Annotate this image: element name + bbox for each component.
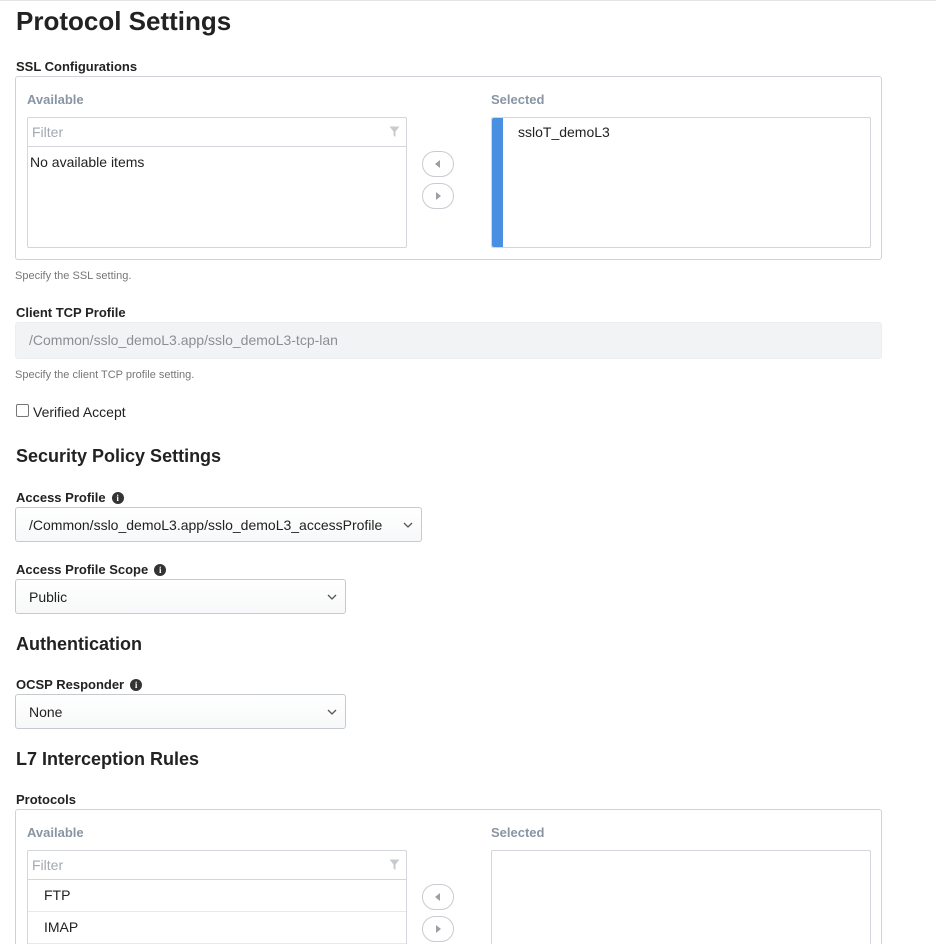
- security-policy-title: Security Policy Settings: [16, 446, 222, 466]
- access-profile-scope-select[interactable]: Public: [15, 579, 346, 614]
- chevron-down-icon: [403, 522, 413, 528]
- ocsp-responder-select[interactable]: None: [15, 694, 346, 729]
- client-tcp-profile-field: /Common/sslo_demoL3.app/sslo_demoL3-tcp-…: [15, 322, 882, 359]
- l7-interception-title: L7 Interception Rules: [16, 749, 200, 769]
- access-profile-value: /Common/sslo_demoL3.app/sslo_demoL3_acce…: [29, 516, 383, 533]
- list-item[interactable]: FTP: [28, 880, 406, 912]
- access-profile-select[interactable]: /Common/sslo_demoL3.app/sslo_demoL3_acce…: [15, 507, 422, 542]
- authentication-title: Authentication: [16, 634, 142, 654]
- chevron-down-icon: [327, 709, 337, 715]
- page-title: Protocol Settings: [16, 6, 232, 36]
- access-profile-label-text: Access Profile: [16, 490, 106, 505]
- access-profile-scope-label-text: Access Profile Scope: [16, 562, 149, 577]
- protocol-label: FTP: [44, 887, 71, 903]
- move-right-button[interactable]: [422, 183, 454, 209]
- ssl-filter-box: [28, 118, 406, 147]
- ssl-filter-input[interactable]: [28, 118, 406, 146]
- verified-accept-label: Verified Accept: [33, 404, 126, 420]
- protocols-dual-list: Available Selected FTP IMAP: [15, 809, 882, 944]
- info-icon[interactable]: i: [111, 492, 124, 504]
- protocol-label: IMAP: [44, 919, 79, 935]
- arrow-right-icon: [436, 925, 441, 933]
- chevron-down-icon: [327, 594, 337, 600]
- move-left-button[interactable]: [422, 151, 454, 177]
- move-right-button[interactable]: [422, 916, 454, 942]
- ssl-selected-list[interactable]: ssloT_demoL3: [491, 117, 871, 248]
- ocsp-responder-value: None: [29, 703, 63, 720]
- client-tcp-help-text: Specify the client TCP profile setting.: [15, 369, 195, 381]
- access-profile-label: Access Profile i: [16, 490, 124, 505]
- selection-accent-bar: [492, 118, 503, 247]
- info-icon[interactable]: i: [130, 679, 143, 691]
- protocols-selected-list[interactable]: [491, 850, 871, 944]
- arrow-left-icon: [435, 160, 440, 168]
- protocols-label: Protocols: [16, 792, 76, 807]
- available-header: Available: [27, 825, 84, 840]
- list-item[interactable]: IMAP: [28, 912, 406, 944]
- filter-icon: [389, 126, 400, 137]
- ocsp-responder-label: OCSP Responder i: [16, 677, 143, 692]
- ssl-configurations-label: SSL Configurations: [16, 59, 138, 74]
- protocols-filter-input[interactable]: [28, 851, 406, 879]
- access-profile-scope-label: Access Profile Scope i: [16, 562, 167, 577]
- selected-header: Selected: [491, 92, 545, 107]
- protocols-available-list[interactable]: FTP IMAP: [27, 850, 407, 944]
- top-divider: [0, 0, 936, 1]
- verified-accept-checkbox[interactable]: [16, 404, 29, 417]
- info-icon[interactable]: i: [154, 564, 167, 576]
- arrow-right-icon: [436, 192, 441, 200]
- filter-icon: [389, 859, 400, 870]
- arrow-left-icon: [435, 893, 440, 901]
- ssl-help-text: Specify the SSL setting.: [15, 270, 132, 282]
- selected-header: Selected: [491, 825, 545, 840]
- selected-item[interactable]: ssloT_demoL3: [518, 124, 610, 140]
- protocols-filter-box: [28, 851, 406, 880]
- ssl-dual-list: Available Selected No available items ss…: [15, 76, 882, 260]
- ssl-available-list[interactable]: No available items: [27, 117, 407, 248]
- ocsp-responder-label-text: OCSP Responder: [16, 677, 125, 692]
- client-tcp-profile-label: Client TCP Profile: [16, 305, 126, 320]
- access-profile-scope-value: Public: [29, 588, 68, 605]
- empty-message: No available items: [30, 154, 145, 170]
- available-header: Available: [27, 92, 84, 107]
- move-left-button[interactable]: [422, 884, 454, 910]
